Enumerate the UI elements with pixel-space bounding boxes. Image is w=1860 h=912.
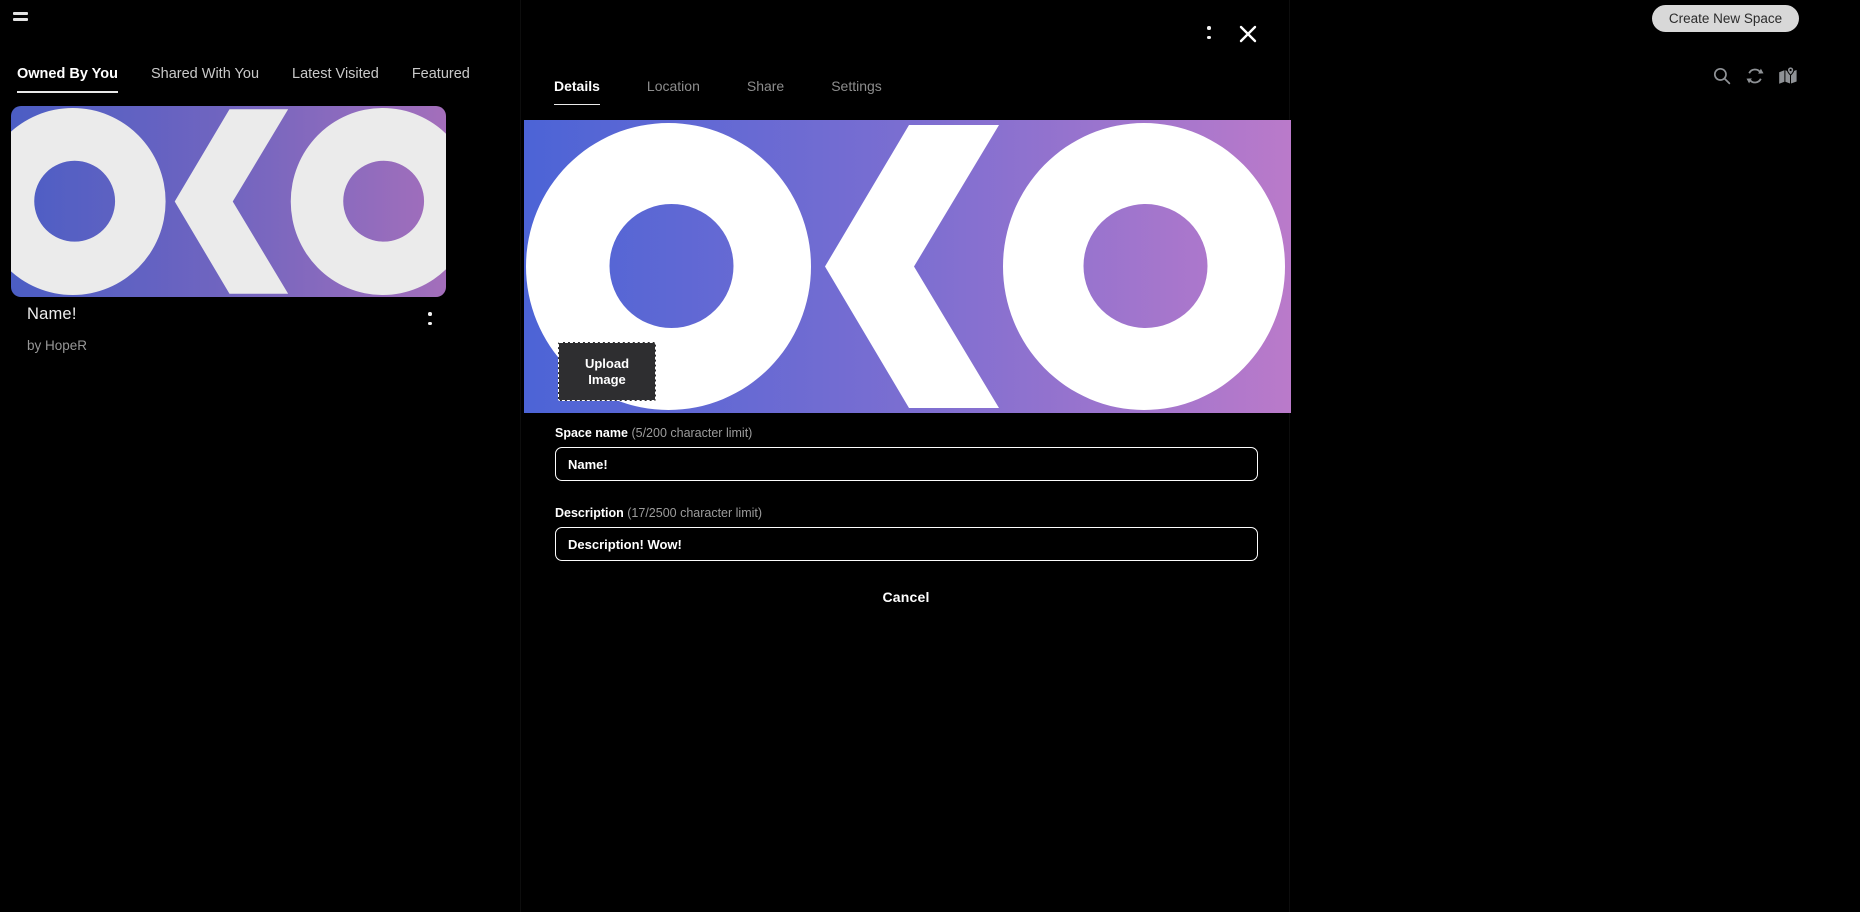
card-kebab-menu-icon[interactable]	[424, 308, 436, 329]
tab-latest-visited[interactable]: Latest Visited	[292, 66, 379, 93]
tab-settings[interactable]: Settings	[831, 78, 882, 105]
description-input[interactable]	[555, 527, 1258, 561]
refresh-icon[interactable]	[1745, 66, 1765, 86]
create-new-space-button[interactable]: Create New Space	[1652, 5, 1799, 32]
tab-shared-with-you[interactable]: Shared With You	[151, 66, 259, 93]
modal-tabs: Details Location Share Settings	[554, 78, 882, 105]
tab-featured[interactable]: Featured	[412, 66, 470, 93]
tab-location[interactable]: Location	[647, 78, 700, 105]
space-details-modal: Details Location Share Settings Upload I…	[520, 0, 1290, 912]
upload-label-line2: Image	[588, 372, 626, 387]
space-name-input[interactable]	[555, 447, 1258, 481]
tab-details[interactable]: Details	[554, 78, 600, 105]
space-logo-image	[11, 106, 446, 297]
search-icon[interactable]	[1712, 66, 1732, 86]
cancel-button[interactable]: Cancel	[521, 589, 1291, 605]
tab-owned-by-you[interactable]: Owned By You	[17, 66, 118, 93]
space-name-label: Space name (5/200 character limit)	[555, 426, 752, 440]
menu-icon[interactable]	[13, 12, 28, 23]
map-icon[interactable]	[1778, 66, 1798, 86]
tab-share[interactable]: Share	[747, 78, 784, 105]
space-card-owner: by HopeR	[27, 338, 87, 353]
space-name-limit-hint: (5/200 character limit)	[631, 426, 752, 440]
space-card-thumbnail[interactable]	[11, 106, 446, 297]
space-name-label-text: Space name	[555, 426, 628, 440]
upload-label-line1: Upload	[585, 356, 629, 371]
library-tabs: Owned By You Shared With You Latest Visi…	[17, 66, 470, 93]
description-label: Description (17/2500 character limit)	[555, 506, 762, 520]
upload-image-button[interactable]: Upload Image	[558, 342, 656, 401]
space-card-title: Name!	[27, 305, 77, 324]
modal-kebab-menu-icon[interactable]	[1203, 22, 1215, 43]
toolbar-icons	[1712, 66, 1798, 86]
description-label-text: Description	[555, 506, 624, 520]
description-limit-hint: (17/2500 character limit)	[627, 506, 762, 520]
close-icon[interactable]	[1233, 19, 1263, 49]
